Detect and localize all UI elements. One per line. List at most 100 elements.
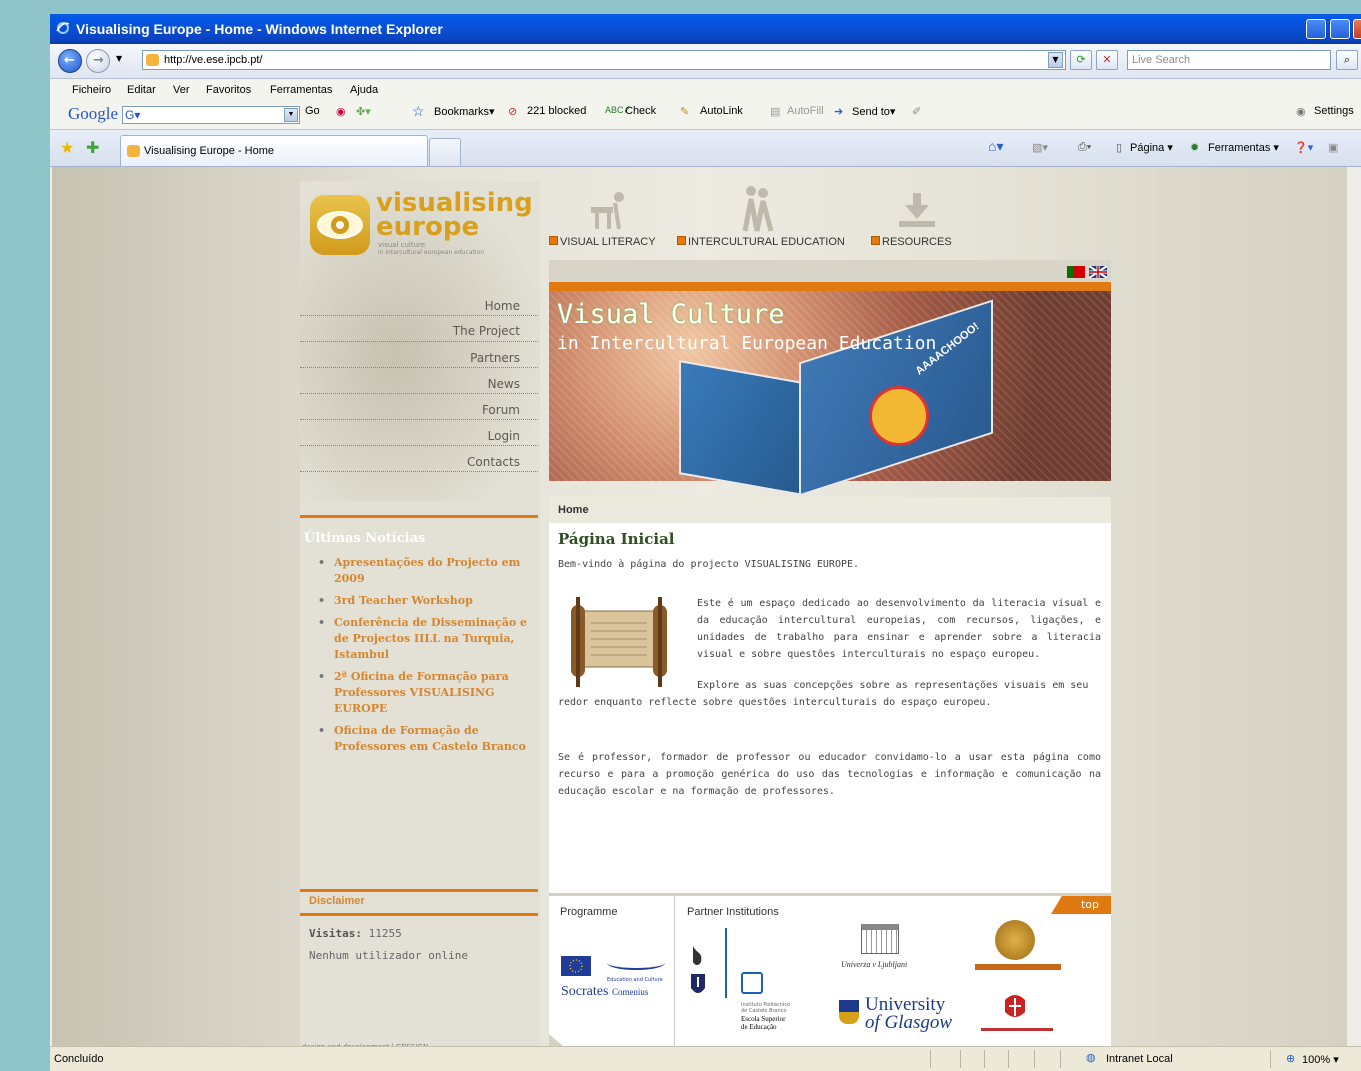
highlight-icon[interactable]: ✐ (912, 105, 921, 118)
programme-label: Programme (560, 906, 618, 918)
nav-partners[interactable]: Partners (470, 351, 520, 365)
stop-icon: ✕ (1102, 53, 1112, 66)
spellcheck-button[interactable]: Check (625, 105, 656, 117)
education-culture-text: Education and Culture (607, 977, 663, 983)
refresh-button[interactable]: ⟳ (1070, 50, 1092, 70)
news-item[interactable]: 3rd Teacher Workshop (304, 593, 539, 609)
history-dropdown-icon[interactable]: ▼ (116, 54, 122, 63)
visit-counter: Visitas: 11255 (309, 927, 402, 940)
page-menu[interactable]: Página ▾ (1130, 141, 1173, 154)
status-separator (930, 1050, 931, 1068)
maximize-button[interactable] (1330, 19, 1350, 39)
google-search-dropdown-icon[interactable]: ▼ (284, 108, 298, 122)
ipcb-name-3[interactable]: Escola Superior (741, 1015, 786, 1023)
hero-banner: AAAACHOOO! Visual Culture in Intercultur… (549, 291, 1111, 497)
intercultural-education-icon (742, 186, 774, 232)
nav-login[interactable]: Login (488, 429, 520, 443)
intranet-zone-icon: ◍ (1086, 1052, 1096, 1064)
settings-button[interactable]: Settings (1314, 105, 1354, 117)
nav-forum[interactable]: Forum (482, 403, 520, 417)
disclaimer-link[interactable]: Disclaimer (309, 895, 365, 907)
news-item[interactable]: 2ª Oficina de Formação para Professores … (304, 669, 539, 717)
status-separator (1060, 1050, 1061, 1068)
nav-news[interactable]: News (488, 377, 520, 391)
portuguese-flag-icon[interactable] (1067, 266, 1085, 278)
popup-blocker-icon: ⊘ (508, 106, 518, 118)
menu-file[interactable]: Ficheiro (72, 84, 111, 96)
send-to-button[interactable]: Send to▾ (852, 105, 895, 118)
stop-button[interactable]: ✕ (1096, 50, 1118, 70)
bookmarks-star-icon: ☆ (412, 103, 425, 119)
ipcb-name-4[interactable]: de Educação (741, 1023, 777, 1031)
breadcrumb[interactable]: Home (558, 504, 589, 516)
window-title: Visualising Europe - Home - Windows Inte… (76, 21, 443, 37)
nav-home[interactable]: Home (485, 299, 520, 313)
menu-favorites[interactable]: Favoritos (206, 84, 251, 96)
address-dropdown-icon[interactable]: ▼ (1048, 52, 1063, 68)
nav-contacts[interactable]: Contacts (467, 455, 520, 469)
tools-gear-icon: ✹ (1190, 142, 1200, 154)
tab-visualising-europe[interactable]: Visualising Europe - Home (120, 135, 428, 166)
menu-tools[interactable]: Ferramentas (270, 84, 332, 96)
zoom-icon: ⊕ (1286, 1053, 1296, 1065)
socrates-logo[interactable]: Socrates Comenius (561, 984, 648, 1000)
menu-visual-literacy[interactable]: VISUAL LITERACY (549, 236, 656, 248)
page-icon: ▯ (1116, 142, 1123, 154)
ipcb-name-2[interactable]: de Castelo Branco (741, 1008, 787, 1014)
tools-menu[interactable]: Ferramentas ▾ (1208, 141, 1279, 154)
security-zone[interactable]: Intranet Local (1106, 1053, 1173, 1065)
autofill-button[interactable]: AutoFill (787, 105, 824, 117)
breadcrumb-bar: Home (549, 497, 1111, 524)
close-button[interactable] (1353, 19, 1361, 39)
print-icon[interactable]: ⎙▾ (1078, 141, 1091, 154)
logo-eye-icon (310, 195, 370, 255)
site-favicon (146, 54, 159, 66)
news-item[interactable]: Apresentações do Projecto em 2009 (304, 555, 539, 587)
footer-divider (674, 896, 675, 1054)
home-icon[interactable]: ⌂▾ (988, 138, 1003, 155)
menu-view[interactable]: Ver (173, 84, 190, 96)
nav-divider (300, 471, 538, 472)
menu-intercultural-education[interactable]: INTERCULTURAL EDUCATION (677, 236, 845, 248)
favorites-star-icon[interactable]: ★ (60, 138, 74, 157)
feeds-icon[interactable]: ▧▾ (1032, 141, 1048, 154)
search-button[interactable]: ⌕ (1336, 50, 1358, 70)
popup-blocked-count[interactable]: 221 blocked (527, 105, 586, 117)
disclaimer-divider-bottom (300, 913, 538, 916)
new-tab-button[interactable] (429, 138, 461, 166)
news-item[interactable]: Oficina de Formação de Professores em Ca… (304, 723, 539, 755)
help-icon[interactable]: ❓▾ (1294, 141, 1313, 154)
google-search-input[interactable]: G▾ ▼ (122, 106, 300, 124)
address-url: http://ve.ese.ipcb.pt/ (164, 54, 263, 66)
address-input[interactable]: http://ve.ese.ipcb.pt/ ▼ (142, 50, 1066, 70)
logo-text-europe: europe (376, 212, 480, 242)
news-item[interactable]: Conferência de Disseminação e de Project… (304, 615, 539, 663)
news-icon[interactable]: ✤▾ (356, 105, 371, 118)
banner-subtitle: in Intercultural European Education (557, 333, 937, 354)
autolink-icon: ✎ (680, 106, 690, 118)
banner-title: Visual Culture (557, 299, 785, 330)
glasgow-logo-2[interactable]: of Glasgow (865, 1013, 952, 1032)
uk-flag-icon[interactable] (1088, 265, 1108, 279)
zoom-level[interactable]: 100% ▾ (1302, 1053, 1339, 1066)
research-icon[interactable]: ▣ (1328, 141, 1338, 154)
back-button[interactable]: ← (58, 49, 82, 73)
autolink-button[interactable]: AutoLink (700, 105, 743, 117)
pagerank-icon[interactable]: ◉ (336, 105, 346, 118)
google-go-button[interactable]: Go (305, 105, 320, 117)
google-search-prefix[interactable]: G▾ (125, 108, 140, 122)
vertical-scrollbar[interactable] (1346, 167, 1361, 1060)
live-search-input[interactable]: Live Search (1127, 50, 1331, 70)
add-favorites-icon[interactable]: ✚ (86, 138, 99, 157)
nav-the-project[interactable]: The Project (453, 324, 520, 338)
menu-resources[interactable]: RESOURCES (871, 236, 952, 248)
bookmarks-button[interactable]: Bookmarks▾ (434, 105, 495, 118)
menu-edit[interactable]: Editar (127, 84, 156, 96)
forward-button[interactable]: → (86, 49, 110, 73)
turkey-university-name (975, 964, 1061, 970)
ljubljana-logo[interactable]: Univerza v Ljubljani (841, 960, 907, 969)
menu-help[interactable]: Ajuda (350, 84, 378, 96)
minimize-button[interactable] (1306, 19, 1326, 39)
back-to-top-link[interactable]: top (1051, 896, 1111, 914)
disclaimer-divider-top (300, 889, 538, 892)
